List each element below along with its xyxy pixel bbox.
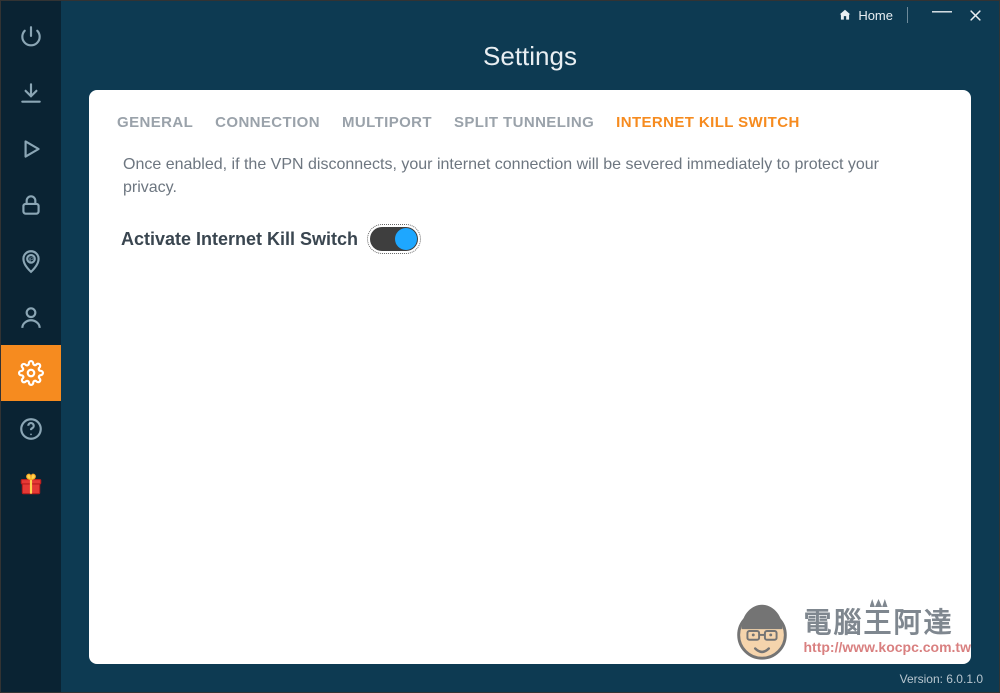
kill-switch-description: Once enabled, if the VPN disconnects, yo… [117,153,943,199]
kill-switch-toggle-label: Activate Internet Kill Switch [121,229,358,250]
help-icon [18,416,44,442]
user-icon [18,304,44,330]
close-icon [968,8,983,23]
sidebar-item-settings[interactable] [1,345,61,401]
gift-icon [18,472,44,498]
home-icon [838,8,852,22]
sidebar-item-help[interactable] [1,401,61,457]
sidebar-item-ip-location[interactable]: IP [1,233,61,289]
svg-text:IP: IP [28,258,34,264]
toggle-knob [395,228,417,250]
home-link[interactable]: Home [838,8,893,23]
kill-switch-toggle-row: Activate Internet Kill Switch [117,227,943,251]
tab-multiport[interactable]: MULTIPORT [342,114,432,131]
sidebar-item-download[interactable] [1,65,61,121]
sidebar-item-user[interactable] [1,289,61,345]
kill-switch-toggle[interactable] [370,227,418,251]
tab-split-tunneling[interactable]: SPLIT TUNNELING [454,114,594,131]
sidebar-item-gift[interactable] [1,457,61,513]
play-icon [18,136,44,162]
sidebar: IP [1,1,61,692]
ip-location-icon: IP [18,248,44,274]
power-icon [18,24,44,50]
title-divider [907,7,908,23]
sidebar-item-play[interactable] [1,121,61,177]
page-title: Settings [61,41,999,72]
settings-panel: GENERAL CONNECTION MULTIPORT SPLIT TUNNE… [89,90,971,664]
tab-connection[interactable]: CONNECTION [215,114,320,131]
minimize-button[interactable]: — [922,8,962,14]
close-button[interactable] [962,8,989,23]
app-window: IP Home — Settings [0,0,1000,693]
tab-general[interactable]: GENERAL [117,114,193,131]
lock-icon [18,192,44,218]
download-icon [18,80,44,106]
main-area: Home — Settings GENERAL CONNECTION MULTI… [61,1,999,692]
settings-tabs: GENERAL CONNECTION MULTIPORT SPLIT TUNNE… [117,114,943,131]
titlebar: Home — [61,1,999,29]
gear-icon [18,360,44,386]
tab-internet-kill-switch[interactable]: INTERNET KILL SWITCH [616,114,800,131]
version-label: Version: 6.0.1.0 [900,672,983,686]
sidebar-item-power[interactable] [1,9,61,65]
home-label: Home [858,8,893,23]
sidebar-item-lock[interactable] [1,177,61,233]
